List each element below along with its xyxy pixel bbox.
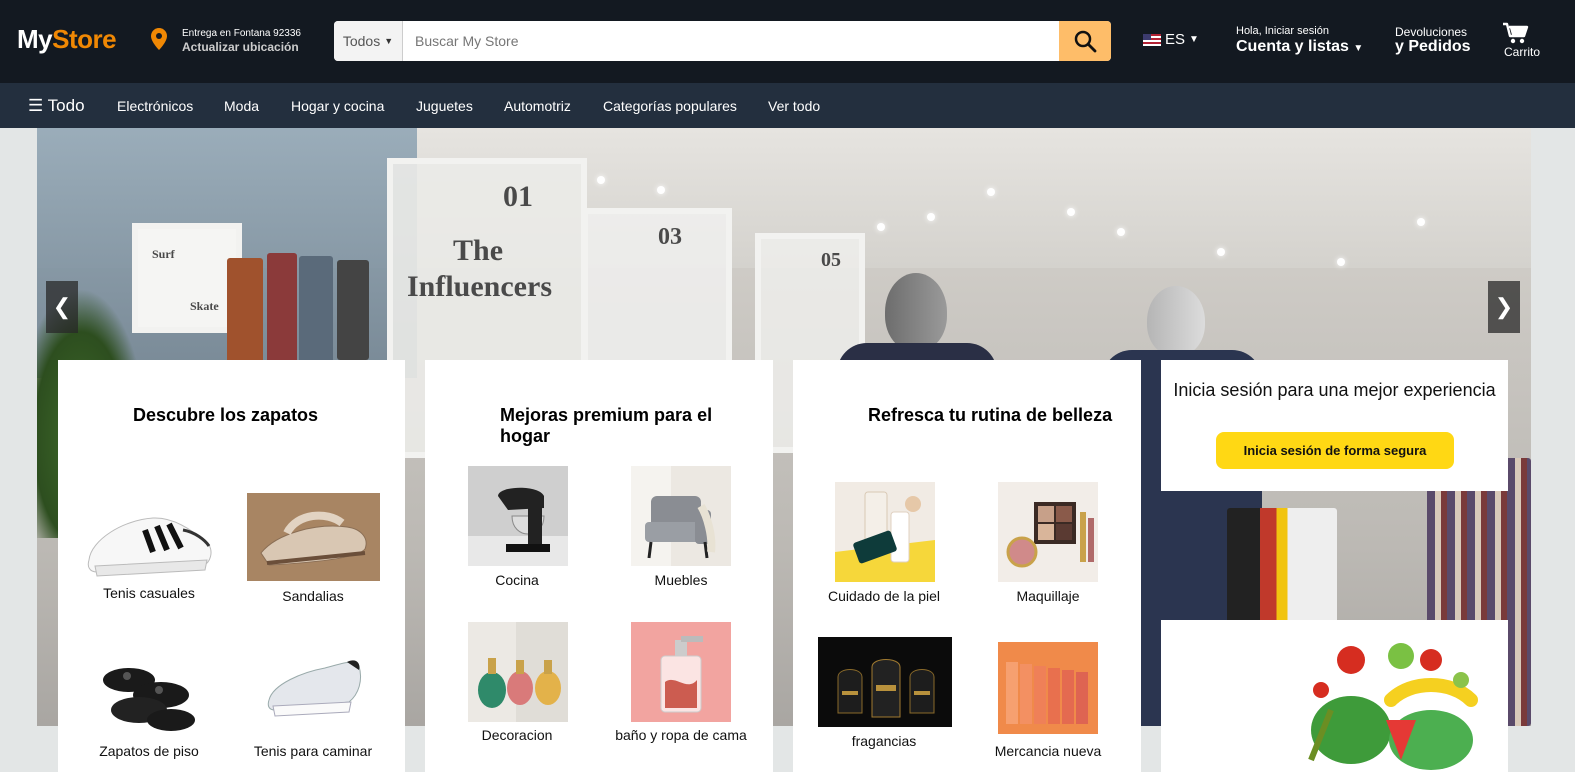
ceiling-light bbox=[987, 188, 995, 196]
update-location-link[interactable]: Actualizar ubicación bbox=[182, 40, 299, 54]
ceiling-light bbox=[1067, 208, 1075, 216]
chevron-down-icon: ▼ bbox=[1189, 34, 1199, 45]
ceiling-light bbox=[657, 186, 665, 194]
card-title[interactable]: Mejoras premium para el hogar bbox=[500, 405, 750, 447]
logo-suffix: Store bbox=[52, 24, 117, 54]
carousel-next-button[interactable]: ❯ bbox=[1488, 281, 1520, 333]
cart-label[interactable]: Carrito bbox=[1504, 45, 1540, 59]
sign-text: Skate bbox=[190, 299, 219, 313]
panel-number: 05 bbox=[821, 249, 841, 271]
card-title[interactable]: Descubre los zapatos bbox=[133, 405, 393, 426]
tile-label[interactable]: Tenis para caminar bbox=[238, 743, 388, 759]
search-input[interactable] bbox=[403, 21, 1059, 61]
bath-soap-dispenser-image[interactable] bbox=[631, 622, 731, 722]
panel-number: 03 bbox=[658, 224, 682, 250]
panel-number: 01 bbox=[503, 180, 533, 213]
top-header: MyStore Entrega en Fontana 92336 Actuali… bbox=[0, 0, 1575, 83]
sandals-image[interactable] bbox=[247, 493, 380, 581]
us-flag-icon bbox=[1143, 33, 1161, 46]
logo-prefix: My bbox=[17, 24, 53, 54]
store-logo[interactable]: MyStore bbox=[17, 24, 117, 55]
orders-link[interactable]: y Pedidos bbox=[1395, 38, 1471, 56]
search-category-dropdown[interactable]: Todos ▼ bbox=[334, 21, 403, 61]
ceiling-light bbox=[927, 213, 935, 221]
tile-label[interactable]: Zapatos de piso bbox=[74, 743, 224, 759]
account-greeting[interactable]: Hola, Iniciar sesión bbox=[1236, 25, 1329, 37]
location-pin-icon[interactable] bbox=[151, 28, 167, 50]
clothing-item bbox=[299, 256, 333, 366]
fragrances-image[interactable] bbox=[818, 637, 952, 727]
sign-text: Surf bbox=[152, 247, 175, 261]
all-menu-button[interactable]: ☰ Todo bbox=[28, 96, 85, 116]
search-icon bbox=[1074, 30, 1097, 53]
surf-skate-sign: Surf Skate bbox=[132, 223, 242, 333]
search-category-label: Todos bbox=[342, 33, 381, 49]
search-bar: Todos ▼ bbox=[334, 21, 1111, 61]
signin-card: Inicia sesión para una mejor experiencia… bbox=[1161, 360, 1508, 491]
skincare-image[interactable] bbox=[835, 482, 935, 582]
returns-label[interactable]: Devoluciones bbox=[1395, 25, 1467, 39]
panel-heading: Influencers bbox=[407, 270, 552, 303]
casual-sneakers-image[interactable] bbox=[83, 490, 215, 580]
category-nav-bar: ☰ Todo Electrónicos Moda Hogar y cocina … bbox=[0, 83, 1575, 128]
decor-perfume-bottles-image[interactable] bbox=[468, 622, 568, 722]
clothing-item bbox=[337, 260, 369, 360]
tile-label[interactable]: Cocina bbox=[442, 572, 592, 588]
mannequin-head bbox=[885, 273, 947, 351]
signin-prompt: Inicia sesión para una mejor experiencia bbox=[1173, 380, 1496, 400]
ceiling-light bbox=[1217, 248, 1225, 256]
tile-label[interactable]: Muebles bbox=[606, 572, 756, 588]
account-lists-menu[interactable]: Cuenta y listas ▼ bbox=[1236, 38, 1363, 56]
delivery-location-text[interactable]: Entrega en Fontana 92336 bbox=[182, 28, 301, 39]
tile-label[interactable]: Cuidado de la piel bbox=[809, 588, 959, 604]
flat-shoes-image[interactable] bbox=[99, 640, 199, 737]
kitchen-mixer-image[interactable] bbox=[468, 466, 568, 566]
nav-item-automotive[interactable]: Automotriz bbox=[504, 98, 571, 114]
tile-label[interactable]: Sandalias bbox=[238, 588, 388, 604]
secure-signin-button[interactable]: Inicia sesión de forma segura bbox=[1216, 432, 1454, 469]
ceiling-light bbox=[1117, 228, 1125, 236]
nav-item-home-kitchen[interactable]: Hogar y cocina bbox=[291, 98, 384, 114]
nav-item-electronics[interactable]: Electrónicos bbox=[117, 98, 193, 114]
beauty-card: Refresca tu rutina de belleza Cuidado de… bbox=[793, 360, 1141, 772]
carousel-prev-button[interactable]: ❮ bbox=[46, 281, 78, 333]
nav-item-popular-categories[interactable]: Categorías populares bbox=[603, 98, 737, 114]
home-upgrades-card: Mejoras premium para el hogar Cocina Mue… bbox=[425, 360, 773, 772]
nav-item-fashion[interactable]: Moda bbox=[224, 98, 259, 114]
clothing-item bbox=[227, 258, 263, 368]
tile-label[interactable]: Mercancia nueva bbox=[973, 743, 1123, 759]
account-lists-label: Cuenta y listas bbox=[1236, 38, 1349, 55]
ceiling-light bbox=[597, 176, 605, 184]
ceiling-light bbox=[1337, 258, 1345, 266]
ceiling-light bbox=[1417, 218, 1425, 226]
ceiling-light bbox=[877, 223, 885, 231]
fresh-produce-image[interactable] bbox=[1291, 620, 1491, 772]
tile-label[interactable]: Tenis casuales bbox=[74, 585, 224, 601]
new-merchandise-image[interactable] bbox=[998, 642, 1098, 734]
tile-label[interactable]: Decoracion bbox=[442, 727, 592, 743]
tile-label[interactable]: baño y ropa de cama bbox=[606, 727, 756, 743]
chevron-down-icon: ▼ bbox=[1353, 43, 1364, 54]
produce-card bbox=[1161, 620, 1508, 772]
tile-label[interactable]: Maquillaje bbox=[973, 588, 1123, 604]
language-selector[interactable]: ES ▼ bbox=[1143, 31, 1199, 48]
shoes-card: Descubre los zapatos Tenis casuales Sand… bbox=[58, 360, 405, 772]
furniture-chair-image[interactable] bbox=[631, 466, 731, 566]
language-label: ES bbox=[1165, 31, 1186, 48]
card-title[interactable]: Refresca tu rutina de belleza bbox=[868, 405, 1138, 426]
tile-label[interactable]: fragancias bbox=[809, 733, 959, 749]
walking-shoes-image[interactable] bbox=[263, 650, 363, 720]
nav-item-toys[interactable]: Juguetes bbox=[416, 98, 473, 114]
search-button[interactable] bbox=[1059, 21, 1111, 61]
makeup-palette-image[interactable] bbox=[998, 482, 1098, 582]
nav-item-see-all[interactable]: Ver todo bbox=[768, 98, 820, 114]
panel-heading: The bbox=[453, 234, 504, 267]
mannequin-head bbox=[1147, 286, 1205, 356]
cart-icon[interactable] bbox=[1502, 21, 1530, 45]
chevron-down-icon: ▼ bbox=[384, 36, 394, 46]
clothing-item bbox=[267, 253, 297, 373]
